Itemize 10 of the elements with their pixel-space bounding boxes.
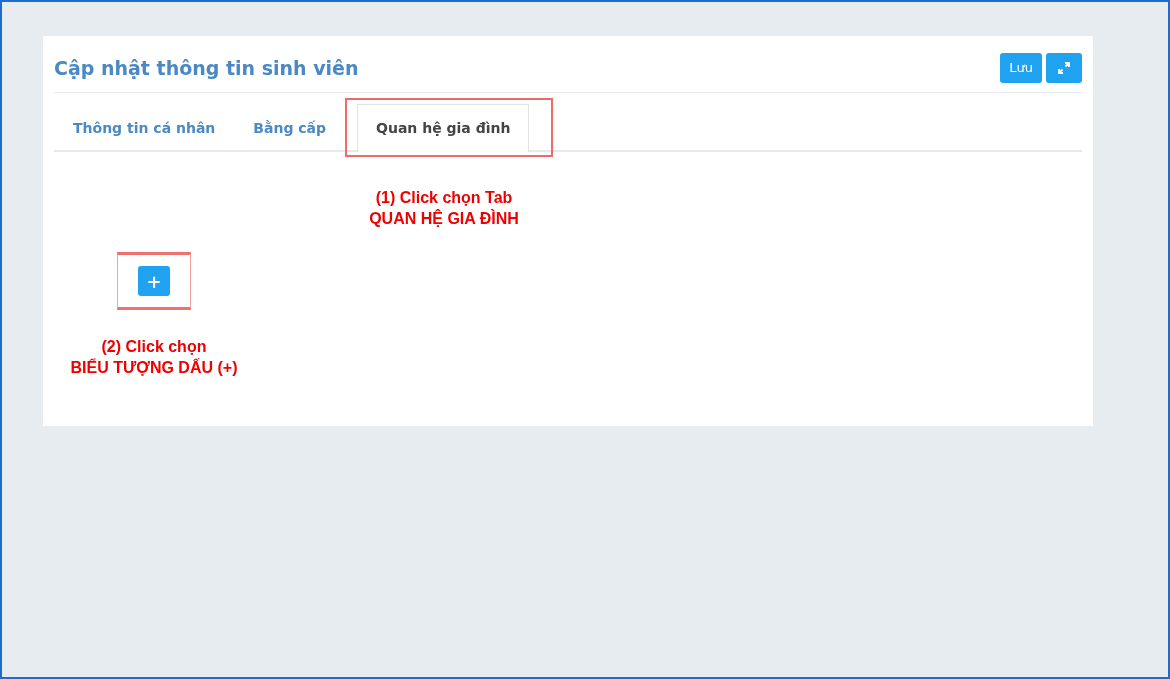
annotation-text: (1) Click chọn Tab QUAN HỆ GIA ĐÌNH xyxy=(368,188,520,229)
save-button[interactable]: Lưu xyxy=(1000,52,1042,83)
annotation-text: (2) Click chọn BIỂU TƯỢNG DẤU (+) xyxy=(70,337,238,378)
tab[interactable]: Quan hệ gia đình xyxy=(357,104,530,152)
add-button[interactable]: + xyxy=(138,266,170,296)
tab[interactable]: Thông tin cá nhân xyxy=(54,104,235,150)
diagonal-arrows-icon xyxy=(1058,61,1070,74)
tab[interactable]: Bằng cấp xyxy=(234,104,346,150)
expand-button[interactable] xyxy=(1046,52,1082,83)
panel-title: Cập nhật thông tin sinh viên xyxy=(54,57,359,79)
